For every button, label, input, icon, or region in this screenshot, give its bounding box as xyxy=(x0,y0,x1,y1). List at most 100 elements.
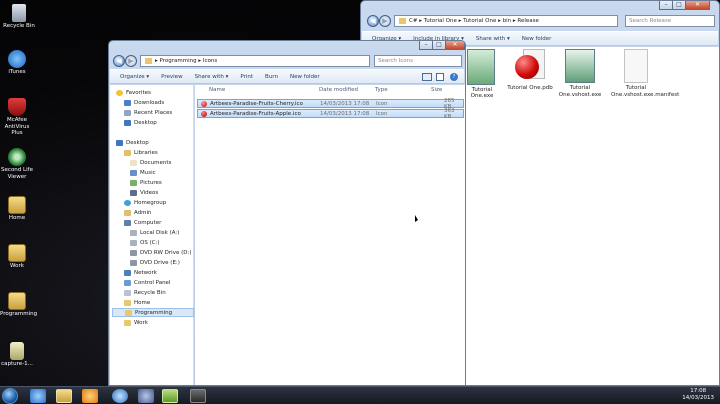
minimize-button[interactable]: – xyxy=(419,41,433,50)
desktop-icon-programming[interactable]: Programming xyxy=(0,292,37,318)
maximize-button[interactable]: □ xyxy=(672,1,686,10)
preview-pane-icon[interactable] xyxy=(436,73,444,81)
nav-item-programming[interactable]: Programming xyxy=(112,308,194,317)
burn-button[interactable]: Burn xyxy=(259,74,284,80)
close-button[interactable]: ✕ xyxy=(445,41,465,50)
organize-menu[interactable]: Organize ▾ xyxy=(114,74,155,80)
nav-item-network[interactable]: Network xyxy=(124,268,157,277)
visual-studio-icon[interactable] xyxy=(190,389,206,403)
table-row[interactable]: Artbees-Paradise-Fruits-Cherry.ico 14/03… xyxy=(197,98,464,110)
share-with-menu[interactable]: Share with ▾ xyxy=(189,74,235,80)
forward-button[interactable]: ▶ xyxy=(379,15,391,27)
itunes-taskbar-icon[interactable] xyxy=(112,389,128,403)
desktop-icon-itunes[interactable]: iTunes xyxy=(0,50,34,76)
nav-item-home[interactable]: Home xyxy=(124,298,150,307)
address-bar[interactable]: ▸ Programming ▸ Icons xyxy=(140,55,370,67)
nav-item-downloads[interactable]: Downloads xyxy=(124,98,164,107)
ie-icon[interactable] xyxy=(30,389,46,403)
new-folder-button[interactable]: New folder xyxy=(516,36,558,42)
column-header-type[interactable]: Type xyxy=(375,87,388,93)
video-file-icon xyxy=(10,342,24,360)
explorer-icon[interactable] xyxy=(56,389,72,403)
nav-label: Favorites xyxy=(126,89,151,96)
file-item[interactable]: Tutorial One.pdb xyxy=(507,49,553,91)
nav-item-desktop-fav[interactable]: Desktop xyxy=(124,118,157,127)
back-button[interactable]: ◀ xyxy=(113,55,125,67)
drive-icon xyxy=(130,229,137,236)
nav-item-documents[interactable]: Documents xyxy=(130,158,171,167)
desktop-icon-mcafee[interactable]: McAfee AntiVirus Plus xyxy=(0,98,34,137)
print-button[interactable]: Print xyxy=(234,74,259,80)
breadcrumb-item[interactable]: Release xyxy=(517,18,539,24)
nav-label: Work xyxy=(134,319,148,326)
nav-label: Network xyxy=(134,269,157,276)
desktop-icon-second-life[interactable]: Second Life Viewer xyxy=(0,148,34,180)
nav-item-videos[interactable]: Videos xyxy=(130,188,158,197)
table-row[interactable]: Artbees-Paradise-Fruits-Apple.ico 14/03/… xyxy=(197,107,464,120)
column-header-size[interactable]: Size xyxy=(431,87,442,93)
favorites-header[interactable]: Favorites xyxy=(116,88,151,97)
explorer-active-icon[interactable] xyxy=(162,389,178,403)
back-button[interactable]: ◀ xyxy=(367,15,379,27)
nav-item-music[interactable]: Music xyxy=(130,168,156,177)
nav-item-os-c[interactable]: OS (C:) xyxy=(130,238,160,247)
nav-item-desktop[interactable]: Desktop xyxy=(116,138,149,147)
media-player-icon[interactable] xyxy=(82,389,98,403)
desktop-icon-home[interactable]: Home xyxy=(0,196,34,222)
nav-item-pictures[interactable]: Pictures xyxy=(130,178,162,187)
preview-button[interactable]: Preview xyxy=(155,74,188,80)
desktop-icon-recycle-bin[interactable]: Recycle Bin xyxy=(2,4,36,30)
nav-item-homegroup[interactable]: Homegroup xyxy=(124,198,166,207)
folder-icon xyxy=(145,58,152,64)
column-header-name[interactable]: Name xyxy=(209,87,225,93)
new-folder-button[interactable]: New folder xyxy=(284,74,326,80)
nav-item-libraries[interactable]: Libraries xyxy=(124,148,158,157)
taskbar-clock[interactable]: 17:08 14/03/2013 xyxy=(682,388,714,402)
itunes-icon xyxy=(8,50,26,68)
exe-window-icon xyxy=(467,49,495,85)
file-item[interactable]: Tutorial One.vshost.exe.manifest xyxy=(611,49,679,98)
file-item[interactable]: Tutorial One.exe xyxy=(465,49,499,99)
breadcrumb-item[interactable]: C# xyxy=(409,18,417,24)
nav-item-local-disk-a[interactable]: Local Disk (A:) xyxy=(130,228,179,237)
nav-label: Libraries xyxy=(134,149,158,156)
maximize-button[interactable]: □ xyxy=(432,41,446,50)
desktop-icon-work[interactable]: Work xyxy=(0,244,34,270)
nav-item-computer[interactable]: Computer xyxy=(124,218,161,227)
close-button[interactable]: ✕ xyxy=(685,1,710,10)
column-header-date-modified[interactable]: Date modified xyxy=(319,87,358,93)
file-size: 363 KB xyxy=(444,107,455,120)
start-button[interactable] xyxy=(2,388,18,404)
search-input[interactable]: Search Release xyxy=(625,15,715,27)
breadcrumb-item[interactable]: Tutorial One xyxy=(463,18,496,24)
address-bar[interactable]: C# ▸ Tutorial One ▸ Tutorial One ▸ bin ▸… xyxy=(394,15,618,27)
nav-item-recycle-bin[interactable]: Recycle Bin xyxy=(124,288,166,297)
breadcrumb-item[interactable]: Programming xyxy=(160,58,197,64)
downloads-icon xyxy=(124,99,131,106)
nav-item-dvd-rw-d[interactable]: DVD RW Drive (D:) xyxy=(130,248,191,257)
nav-item-recent-places[interactable]: Recent Places xyxy=(124,108,172,117)
app-icon[interactable] xyxy=(138,389,154,403)
share-with-menu[interactable]: Share with ▾ xyxy=(470,36,516,42)
file-type: Icon xyxy=(376,110,388,117)
libraries-icon xyxy=(124,149,131,156)
desktop-icon-capture[interactable]: capture-1... xyxy=(0,342,34,368)
nav-item-control-panel[interactable]: Control Panel xyxy=(124,278,170,287)
help-icon[interactable]: ? xyxy=(450,73,458,81)
nav-label: Programming xyxy=(135,309,173,316)
mcafee-shield-icon xyxy=(8,98,26,116)
recycle-bin-icon xyxy=(124,289,131,296)
pdb-red-record-icon xyxy=(515,49,545,83)
breadcrumb-item[interactable]: bin xyxy=(503,18,512,24)
nav-item-admin[interactable]: Admin xyxy=(124,208,152,217)
nav-item-dvd-e[interactable]: DVD Drive (E:) xyxy=(130,258,180,267)
minimize-button[interactable]: – xyxy=(659,1,673,10)
view-options-icon[interactable] xyxy=(422,73,432,81)
breadcrumb-item[interactable]: Icons xyxy=(203,58,217,64)
file-item[interactable]: Tutorial One.vshost.exe xyxy=(557,49,603,98)
nav-item-work[interactable]: Work xyxy=(124,318,148,327)
breadcrumb-item[interactable]: Tutorial One xyxy=(424,18,457,24)
forward-button[interactable]: ▶ xyxy=(125,55,137,67)
desktop-icon-label: Work xyxy=(10,263,24,269)
search-input[interactable]: Search Icons xyxy=(374,55,462,67)
